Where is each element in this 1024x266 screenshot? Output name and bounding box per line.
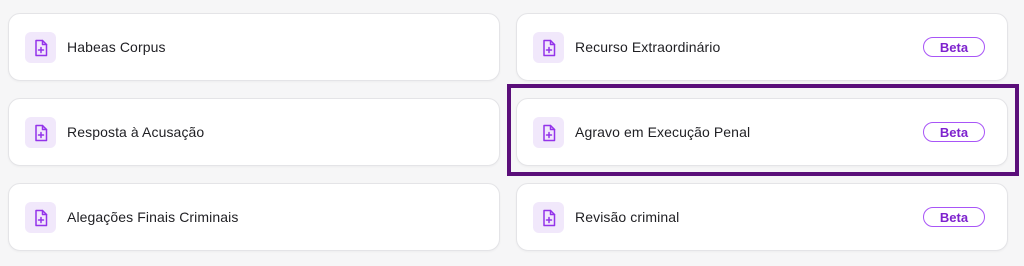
card-label: Alegações Finais Criminais (67, 209, 239, 225)
document-type-grid: Habeas Corpus Recurso Extraordinário Bet… (0, 0, 1024, 266)
card-label: Revisão criminal (575, 209, 680, 225)
file-plus-icon (25, 202, 56, 233)
file-plus-icon (533, 117, 564, 148)
card-label: Resposta à Acusação (67, 124, 205, 140)
card-label: Recurso Extraordinário (575, 39, 721, 55)
card-habeas-corpus[interactable]: Habeas Corpus (8, 13, 500, 81)
file-plus-icon (533, 32, 564, 63)
beta-badge: Beta (923, 122, 985, 142)
file-plus-icon (533, 202, 564, 233)
beta-badge: Beta (923, 37, 985, 57)
card-resposta-acusacao[interactable]: Resposta à Acusação (8, 98, 500, 166)
card-agravo-execucao-penal[interactable]: Agravo em Execução Penal Beta (516, 98, 1008, 166)
card-recurso-extraordinario[interactable]: Recurso Extraordinário Beta (516, 13, 1008, 81)
card-label: Agravo em Execução Penal (575, 124, 751, 140)
beta-badge: Beta (923, 207, 985, 227)
file-plus-icon (25, 117, 56, 148)
card-alegacoes-finais-criminais[interactable]: Alegações Finais Criminais (8, 183, 500, 251)
file-plus-icon (25, 32, 56, 63)
card-revisao-criminal[interactable]: Revisão criminal Beta (516, 183, 1008, 251)
card-label: Habeas Corpus (67, 39, 166, 55)
